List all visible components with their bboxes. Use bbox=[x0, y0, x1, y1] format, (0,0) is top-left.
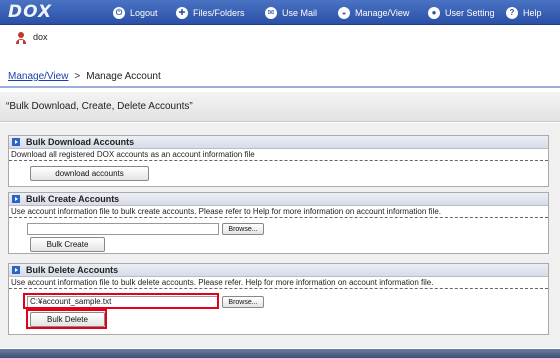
nav-logout[interactable]: ⏻ Logout bbox=[113, 0, 158, 25]
bulk-create-button[interactable]: Bulk Create bbox=[30, 237, 105, 252]
download-accounts-button[interactable]: download accounts bbox=[30, 166, 149, 181]
dox-logo: DOX bbox=[8, 2, 53, 22]
files-icon: ✚ bbox=[176, 6, 188, 19]
nav-help[interactable]: ? Help bbox=[506, 0, 542, 25]
nav-user-setting-label: User Setting bbox=[445, 7, 495, 18]
bulk-create-title: Bulk Create Accounts bbox=[26, 194, 120, 204]
bulk-delete-title: Bulk Delete Accounts bbox=[26, 265, 119, 275]
breadcrumb-manage-view-link[interactable]: Manage/View bbox=[8, 71, 68, 82]
help-icon: ? bbox=[506, 6, 518, 19]
manage-icon: ◒ bbox=[338, 6, 350, 19]
mail-icon: ✉ bbox=[265, 6, 277, 19]
bottom-bar bbox=[0, 349, 560, 358]
bulk-delete-header: Bulk Delete Accounts bbox=[9, 264, 548, 277]
breadcrumb-current: Manage Account bbox=[86, 70, 161, 82]
section-bullet-icon bbox=[12, 195, 20, 203]
bulk-download-description: Download all registered DOX accounts as … bbox=[9, 149, 548, 161]
content-area: Bulk Download Accounts Download all regi… bbox=[0, 123, 560, 348]
user-name: dox bbox=[33, 32, 48, 42]
bulk-delete-browse-button[interactable]: Browse... bbox=[222, 296, 264, 308]
page-title-bar: “Bulk Download, Create, Delete Accounts” bbox=[0, 92, 560, 122]
user-avatar-icon bbox=[16, 32, 26, 44]
user-bar bbox=[0, 26, 560, 64]
bulk-create-header: Bulk Create Accounts bbox=[9, 193, 548, 206]
bulk-download-panel: Bulk Download Accounts Download all regi… bbox=[8, 135, 549, 187]
page-title: “Bulk Download, Create, Delete Accounts” bbox=[6, 101, 193, 112]
nav-use-mail[interactable]: ✉ Use Mail bbox=[265, 0, 317, 25]
nav-use-mail-label: Use Mail bbox=[282, 7, 318, 18]
nav-manage-view[interactable]: ◒ Manage/View bbox=[338, 0, 409, 25]
file-input-highlight bbox=[23, 293, 219, 309]
breadcrumb: Manage/View > Manage Account bbox=[0, 66, 560, 88]
bulk-create-panel: Bulk Create Accounts Use account informa… bbox=[8, 192, 549, 254]
nav-files-folders[interactable]: ✚ Files/Folders bbox=[176, 0, 245, 25]
user-setting-icon: ● bbox=[428, 6, 440, 19]
breadcrumb-separator: > bbox=[74, 70, 81, 82]
nav-files-folders-label: Files/Folders bbox=[193, 7, 245, 18]
bulk-create-file-input[interactable] bbox=[27, 223, 219, 235]
logout-icon: ⏻ bbox=[113, 6, 125, 19]
section-bullet-icon bbox=[12, 138, 20, 146]
top-nav-bar: DOX ⏻ Logout ✚ Files/Folders ✉ Use Mail … bbox=[0, 0, 560, 25]
nav-help-label: Help bbox=[523, 7, 542, 18]
bulk-download-title: Bulk Download Accounts bbox=[26, 137, 135, 147]
delete-button-highlight bbox=[26, 309, 107, 329]
bulk-delete-description: Use account information file to bulk del… bbox=[9, 277, 548, 289]
nav-manage-view-label: Manage/View bbox=[355, 7, 410, 18]
nav-user-setting[interactable]: ● User Setting bbox=[428, 0, 495, 25]
nav-logout-label: Logout bbox=[130, 7, 158, 18]
bulk-download-header: Bulk Download Accounts bbox=[9, 136, 548, 149]
section-bullet-icon bbox=[12, 266, 20, 274]
bulk-create-browse-button[interactable]: Browse... bbox=[222, 223, 264, 235]
bulk-create-description: Use account information file to bulk cre… bbox=[9, 206, 548, 218]
